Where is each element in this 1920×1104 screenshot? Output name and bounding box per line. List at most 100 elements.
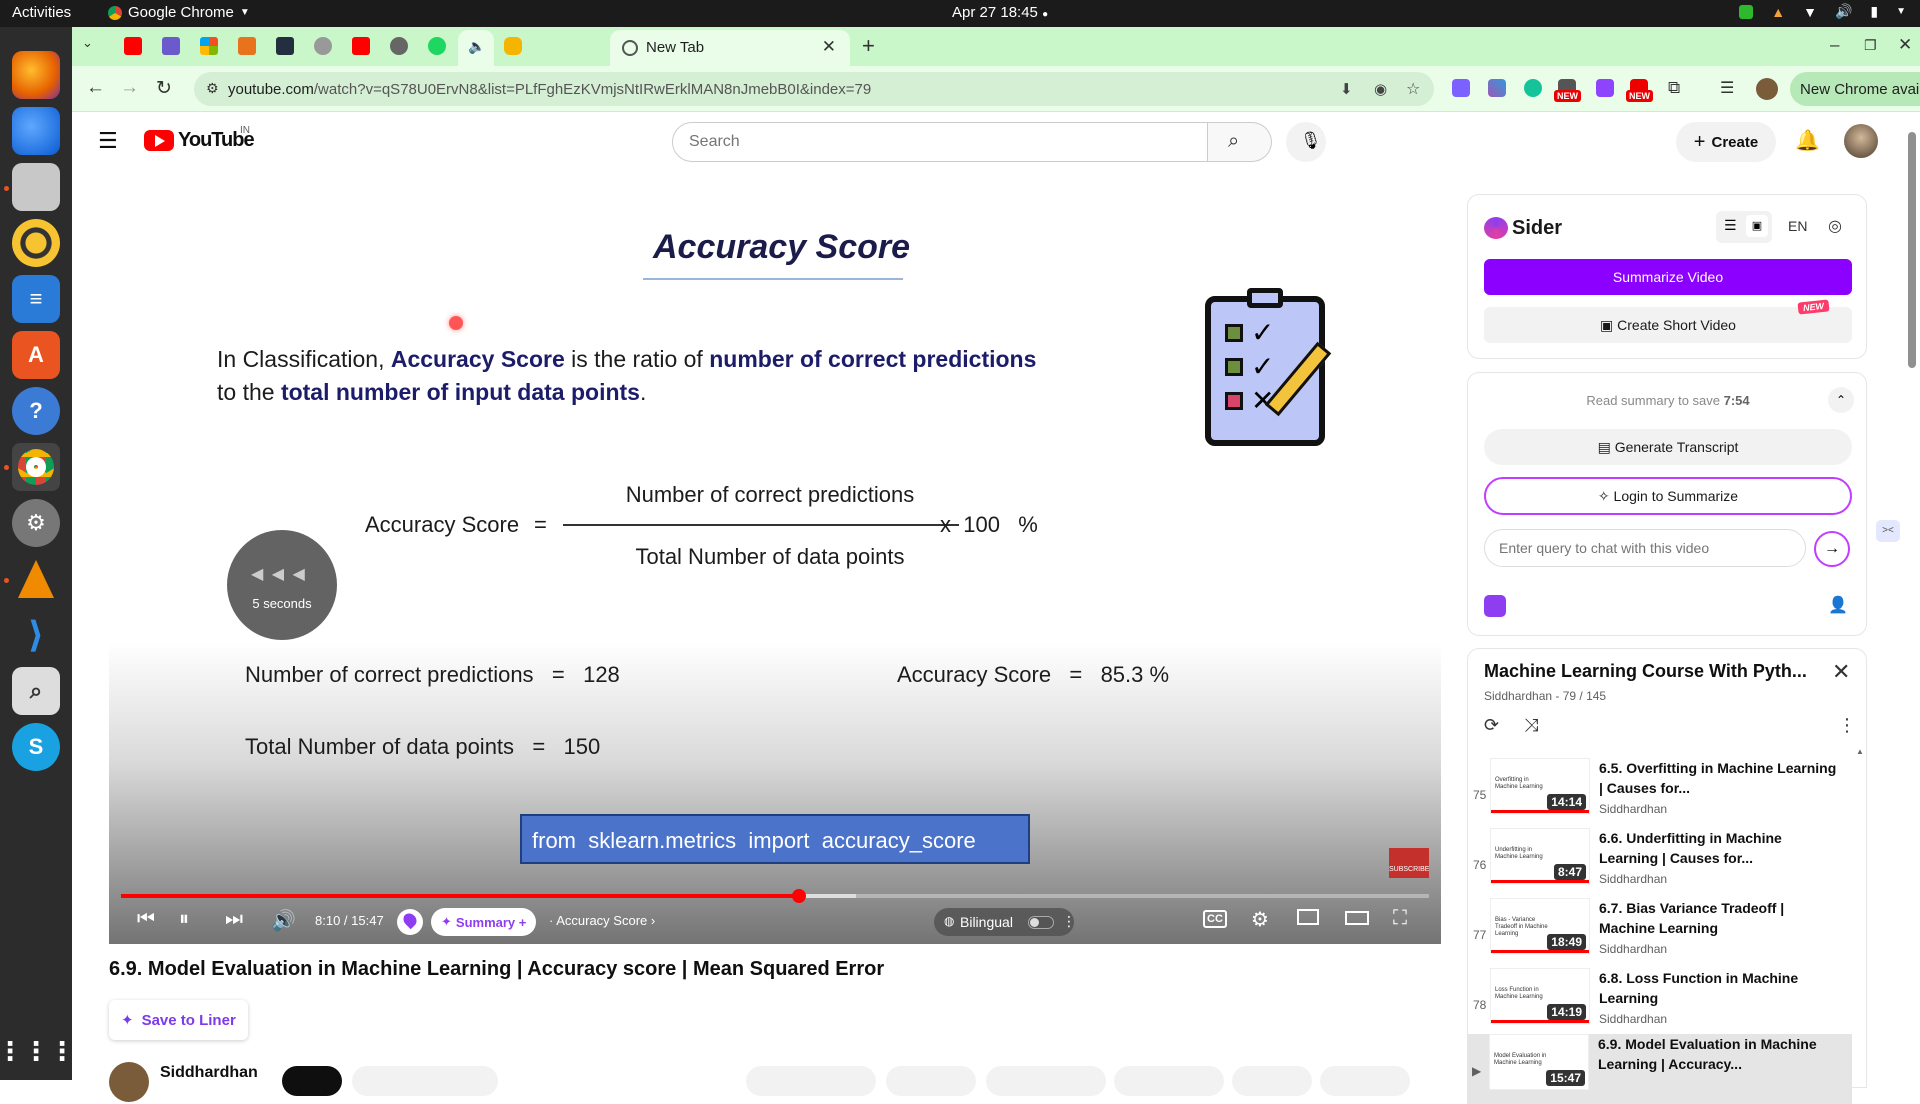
language-selector[interactable]: EN xyxy=(1788,218,1807,234)
playlist-item[interactable]: 77 Bias - Variance Tradeoff in Machine Le… xyxy=(1468,898,1853,968)
close-tab-icon[interactable]: ✕ xyxy=(822,37,836,57)
files-icon[interactable] xyxy=(12,163,60,211)
settings-gear-icon[interactable]: ⚙ xyxy=(1251,907,1269,932)
sider-settings-icon[interactable]: ◎ xyxy=(1828,216,1842,236)
loop-icon[interactable]: ⟳ xyxy=(1484,715,1499,736)
tab-new-tab[interactable]: New Tab ✕ xyxy=(610,30,850,66)
tab-search-icon[interactable]: ⌄ xyxy=(82,35,93,51)
captions-icon[interactable]: CC xyxy=(1203,910,1227,928)
miniplayer-icon[interactable] xyxy=(1297,909,1319,925)
extension-icon-1[interactable] xyxy=(1452,79,1470,97)
notifications-bell-icon[interactable]: 🔔 xyxy=(1795,128,1820,153)
location-pin-icon[interactable] xyxy=(397,909,423,935)
sider-mini-logo-icon[interactable] xyxy=(1484,595,1506,617)
media-controls-icon[interactable]: ☰ xyxy=(1720,78,1734,98)
rhythmbox-icon[interactable] xyxy=(12,219,60,267)
video-thumbnail[interactable]: Model Evaluation in Machine Learning 15:4… xyxy=(1489,1034,1589,1090)
more-options-icon[interactable]: ⋮ xyxy=(1062,913,1076,930)
join-button[interactable] xyxy=(282,1066,342,1096)
playlist-item[interactable]: ▶ Model Evaluation in Machine Learning 15:… xyxy=(1467,1034,1852,1104)
subtitle-view-icon[interactable]: ▣ xyxy=(1746,215,1768,237)
progress-bar[interactable] xyxy=(121,889,1429,903)
app-menu[interactable]: Google Chrome ▼ xyxy=(108,4,250,21)
show-apps-icon[interactable]: ⋮⋮⋮ xyxy=(0,1027,75,1075)
video-thumbnail[interactable]: Bias - Variance Tradeoff in Machine Lear… xyxy=(1490,898,1590,954)
list-view-icon[interactable]: ☰ xyxy=(1724,217,1737,234)
scrollbar-thumb[interactable] xyxy=(1908,132,1916,368)
video-player[interactable]: Accuracy Score In Classification, Accura… xyxy=(109,172,1441,944)
sider-extension-icon[interactable] xyxy=(1596,79,1614,97)
playlist-title[interactable]: Machine Learning Course With Pyth... xyxy=(1484,661,1807,682)
download-button[interactable] xyxy=(986,1066,1106,1096)
aws-tab-icon[interactable] xyxy=(276,37,294,55)
system-tray[interactable]: ▲ ▼ 🔊 ▮ ▼ xyxy=(1739,3,1906,20)
collapse-chevron-icon[interactable]: ⌃ xyxy=(1828,387,1854,413)
summarize-video-button[interactable]: Summarize Video xyxy=(1484,259,1852,295)
view-toggle[interactable]: ☰ ▣ xyxy=(1716,211,1772,243)
docs-tab-icon[interactable] xyxy=(162,37,180,55)
writer-icon[interactable]: ≡ xyxy=(12,275,60,323)
youtube-tab-icon-2[interactable] xyxy=(352,37,370,55)
voice-search-button[interactable]: 🎙 xyxy=(1286,122,1326,162)
profile-avatar[interactable] xyxy=(1756,78,1778,100)
youtube-tab-icon[interactable] xyxy=(124,37,142,55)
site-info-icon[interactable]: ⚙ xyxy=(206,80,219,97)
video-thumbnail[interactable]: Overfitting in Machine Learning 14:14 xyxy=(1490,758,1590,814)
fullscreen-icon[interactable]: ⛶ xyxy=(1393,907,1407,930)
pause-icon[interactable]: ⏸ xyxy=(179,908,189,931)
firefox-icon[interactable] xyxy=(12,51,60,99)
vscode-icon[interactable]: ⟩ xyxy=(12,611,60,659)
forward-icon[interactable]: → xyxy=(120,77,139,99)
shuffle-icon[interactable]: ⤨ xyxy=(1524,715,1538,736)
settings-icon[interactable]: ⚙ xyxy=(12,499,60,547)
clock[interactable]: Apr 27 18:45 ● xyxy=(952,4,1048,21)
video-thumbnail[interactable]: Loss Function in Machine Learning 14:19 xyxy=(1490,968,1590,1024)
close-playlist-icon[interactable]: ✕ xyxy=(1832,659,1850,685)
extension-icon-2[interactable] xyxy=(1488,79,1506,97)
extensions-puzzle-icon[interactable]: ⧉ xyxy=(1668,78,1680,98)
search-button[interactable]: ⌕ xyxy=(1208,122,1272,162)
thanks-button[interactable] xyxy=(1114,1066,1224,1096)
bilingual-switch[interactable] xyxy=(1028,916,1054,929)
link-tab-icon[interactable] xyxy=(504,37,522,55)
account-avatar[interactable] xyxy=(1844,124,1878,158)
menu-hamburger-icon[interactable]: ☰ xyxy=(98,128,118,154)
sider-floating-icon[interactable]: >< xyxy=(1876,520,1900,542)
new-tab-icon[interactable]: + xyxy=(862,33,875,59)
subscribe-watermark[interactable]: SUBSCRIBE xyxy=(1389,848,1429,878)
user-icon[interactable]: 👤 xyxy=(1828,595,1848,615)
bookmark-star-icon[interactable]: ☆ xyxy=(1406,79,1420,99)
bilingual-subtitles-toggle[interactable]: ◍ Bilingual ⋮ xyxy=(934,908,1076,936)
image-viewer-icon[interactable]: ⌕ xyxy=(12,667,60,715)
microsoft-tab-icon[interactable] xyxy=(200,37,218,55)
share-button[interactable] xyxy=(886,1066,976,1096)
page-scrollbar[interactable] xyxy=(1904,112,1920,1080)
login-to-summarize-button[interactable]: ✧ Login to Summarize xyxy=(1484,477,1852,515)
back-icon[interactable]: ← xyxy=(86,77,105,99)
save-button[interactable] xyxy=(1320,1066,1410,1096)
subscribed-button[interactable] xyxy=(352,1066,498,1096)
theater-mode-icon[interactable] xyxy=(1345,911,1369,925)
scrubber-handle[interactable] xyxy=(791,889,806,903)
youtube-logo-icon[interactable] xyxy=(144,130,174,151)
package-tab-icon[interactable] xyxy=(238,37,256,55)
playlist-menu-icon[interactable]: ⋮ xyxy=(1838,715,1856,736)
globe-tab-icon[interactable] xyxy=(314,37,332,55)
thunderbird-icon[interactable] xyxy=(12,107,60,155)
playlist-item[interactable]: 78 Loss Function in Machine Learning 14:19… xyxy=(1468,968,1853,1038)
like-dislike-button[interactable] xyxy=(746,1066,876,1096)
activities-button[interactable]: Activities xyxy=(12,4,71,21)
openai-tab-icon[interactable] xyxy=(390,37,408,55)
previous-icon[interactable]: ⏮ xyxy=(137,908,155,931)
playlist-item[interactable]: 76 Underfitting in Machine Learning 8:47 6.… xyxy=(1468,828,1853,898)
software-center-icon[interactable]: A xyxy=(12,331,60,379)
send-arrow-icon[interactable]: → xyxy=(1814,531,1850,567)
channel-name[interactable]: Siddhardhan xyxy=(160,1064,258,1082)
create-short-video-button[interactable]: ▣ Create Short Video xyxy=(1484,307,1852,343)
summary-plus-button[interactable]: ✦ Summary + xyxy=(431,908,537,936)
audio-tab[interactable]: 🔈 xyxy=(458,30,494,66)
address-bar[interactable]: ⚙ youtube.com/watch?v=qS78U0ErvN8&list=P… xyxy=(194,72,1434,106)
grammarly-icon[interactable] xyxy=(1524,79,1542,97)
help-icon[interactable]: ? xyxy=(12,387,60,435)
vlc-icon[interactable] xyxy=(12,555,60,603)
